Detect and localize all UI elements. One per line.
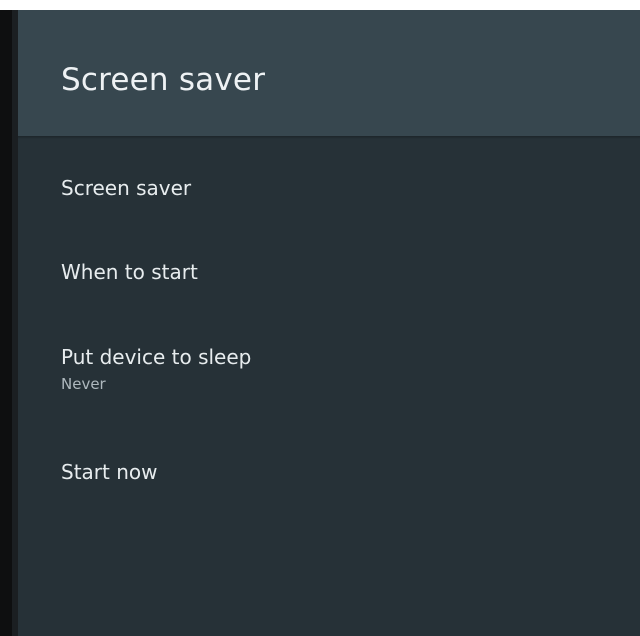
menu-item-title: Start now xyxy=(61,460,158,484)
settings-panel: Screen saver Screen saver When to start … xyxy=(18,10,640,636)
header-shadow xyxy=(18,136,640,139)
menu-item-title: Put device to sleep xyxy=(61,345,252,369)
top-border xyxy=(0,0,640,10)
menu-item-put-device-to-sleep[interactable]: Put device to sleep Never xyxy=(18,332,640,412)
menu-item-start-now[interactable]: Start now xyxy=(18,447,640,507)
menu-item-screen-saver[interactable]: Screen saver xyxy=(18,163,640,223)
left-edge-shadow xyxy=(0,10,12,636)
screen-frame: Screen saver Screen saver When to start … xyxy=(0,0,640,636)
panel-header: Screen saver xyxy=(18,10,640,136)
left-edge xyxy=(0,10,18,636)
menu-item-title: When to start xyxy=(61,260,198,284)
menu-item-subtitle: Never xyxy=(61,375,106,393)
page-title: Screen saver xyxy=(61,62,266,98)
menu-item-title: Screen saver xyxy=(61,176,192,200)
menu-item-when-to-start[interactable]: When to start xyxy=(18,247,640,307)
